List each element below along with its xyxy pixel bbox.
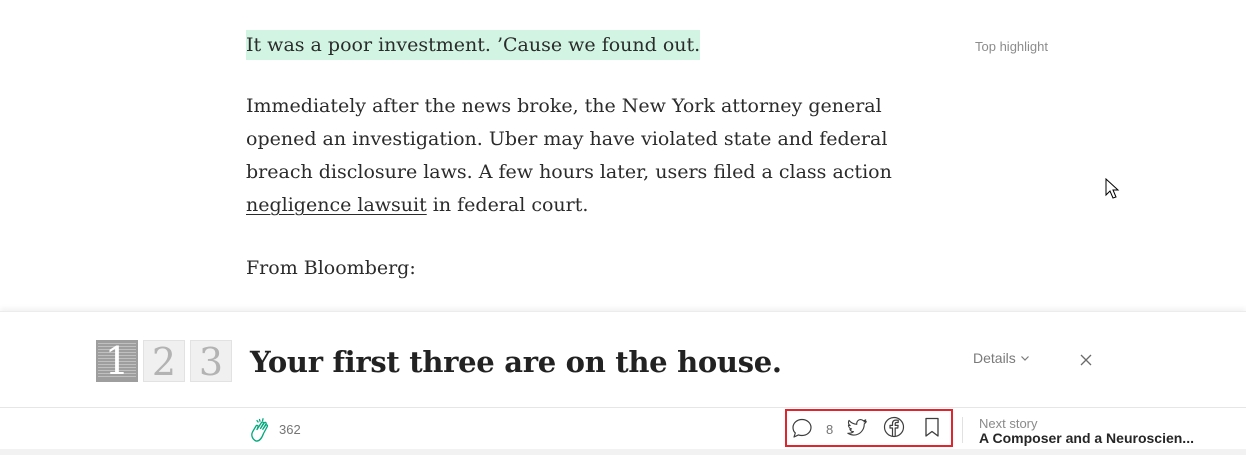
- action-bar-divider: [962, 417, 963, 443]
- highlighted-paragraph[interactable]: It was a poor investment. ’Cause we foun…: [246, 29, 701, 62]
- paragraph-text-before-link: Immediately after the news broke, the Ne…: [246, 95, 892, 183]
- bookmark-icon[interactable]: [921, 416, 943, 438]
- close-icon[interactable]: [1079, 353, 1093, 367]
- from-bloomberg-line: From Bloomberg:: [246, 257, 416, 279]
- facebook-icon[interactable]: [883, 416, 905, 438]
- next-story-link[interactable]: A Composer and a Neuroscien...: [979, 430, 1194, 446]
- details-label: Details: [973, 350, 1016, 366]
- details-button[interactable]: Details: [973, 350, 1030, 366]
- chevron-down-icon: [1020, 356, 1029, 361]
- clap-icon[interactable]: [247, 417, 273, 443]
- meter-tile-3-number: 3: [198, 340, 224, 384]
- article-paragraph: Immediately after the news broke, the Ne…: [246, 90, 946, 222]
- meter-tile-1: 1: [96, 340, 138, 382]
- mouse-cursor-icon: [1105, 178, 1120, 199]
- meter-banner-title: Your first three are on the house.: [250, 345, 782, 379]
- top-highlight-label: Top highlight: [975, 39, 1048, 54]
- negligence-lawsuit-link[interactable]: negligence lawsuit: [246, 194, 427, 216]
- free-story-meter-banner: 1 2 3 Your first three are on the house.…: [0, 311, 1246, 407]
- bottom-edge-strip: [0, 449, 1246, 455]
- clap-count: 362: [279, 422, 301, 437]
- post-action-bar: 362 8 Next story A Composer and a Neuros…: [0, 407, 1246, 449]
- meter-tile-2: 2: [143, 340, 185, 384]
- meter-tile-2-number: 2: [151, 340, 177, 384]
- paragraph-text-after-link: in federal court.: [426, 194, 589, 216]
- meter-tile-3: 3: [190, 340, 232, 384]
- meter-tile-1-number: 1: [104, 339, 130, 383]
- twitter-icon[interactable]: [846, 416, 868, 438]
- comment-icon[interactable]: [791, 417, 813, 439]
- comment-count: 8: [826, 422, 834, 437]
- highlighted-sentence[interactable]: It was a poor investment. ’Cause we foun…: [246, 30, 701, 60]
- next-story-label: Next story: [979, 416, 1038, 431]
